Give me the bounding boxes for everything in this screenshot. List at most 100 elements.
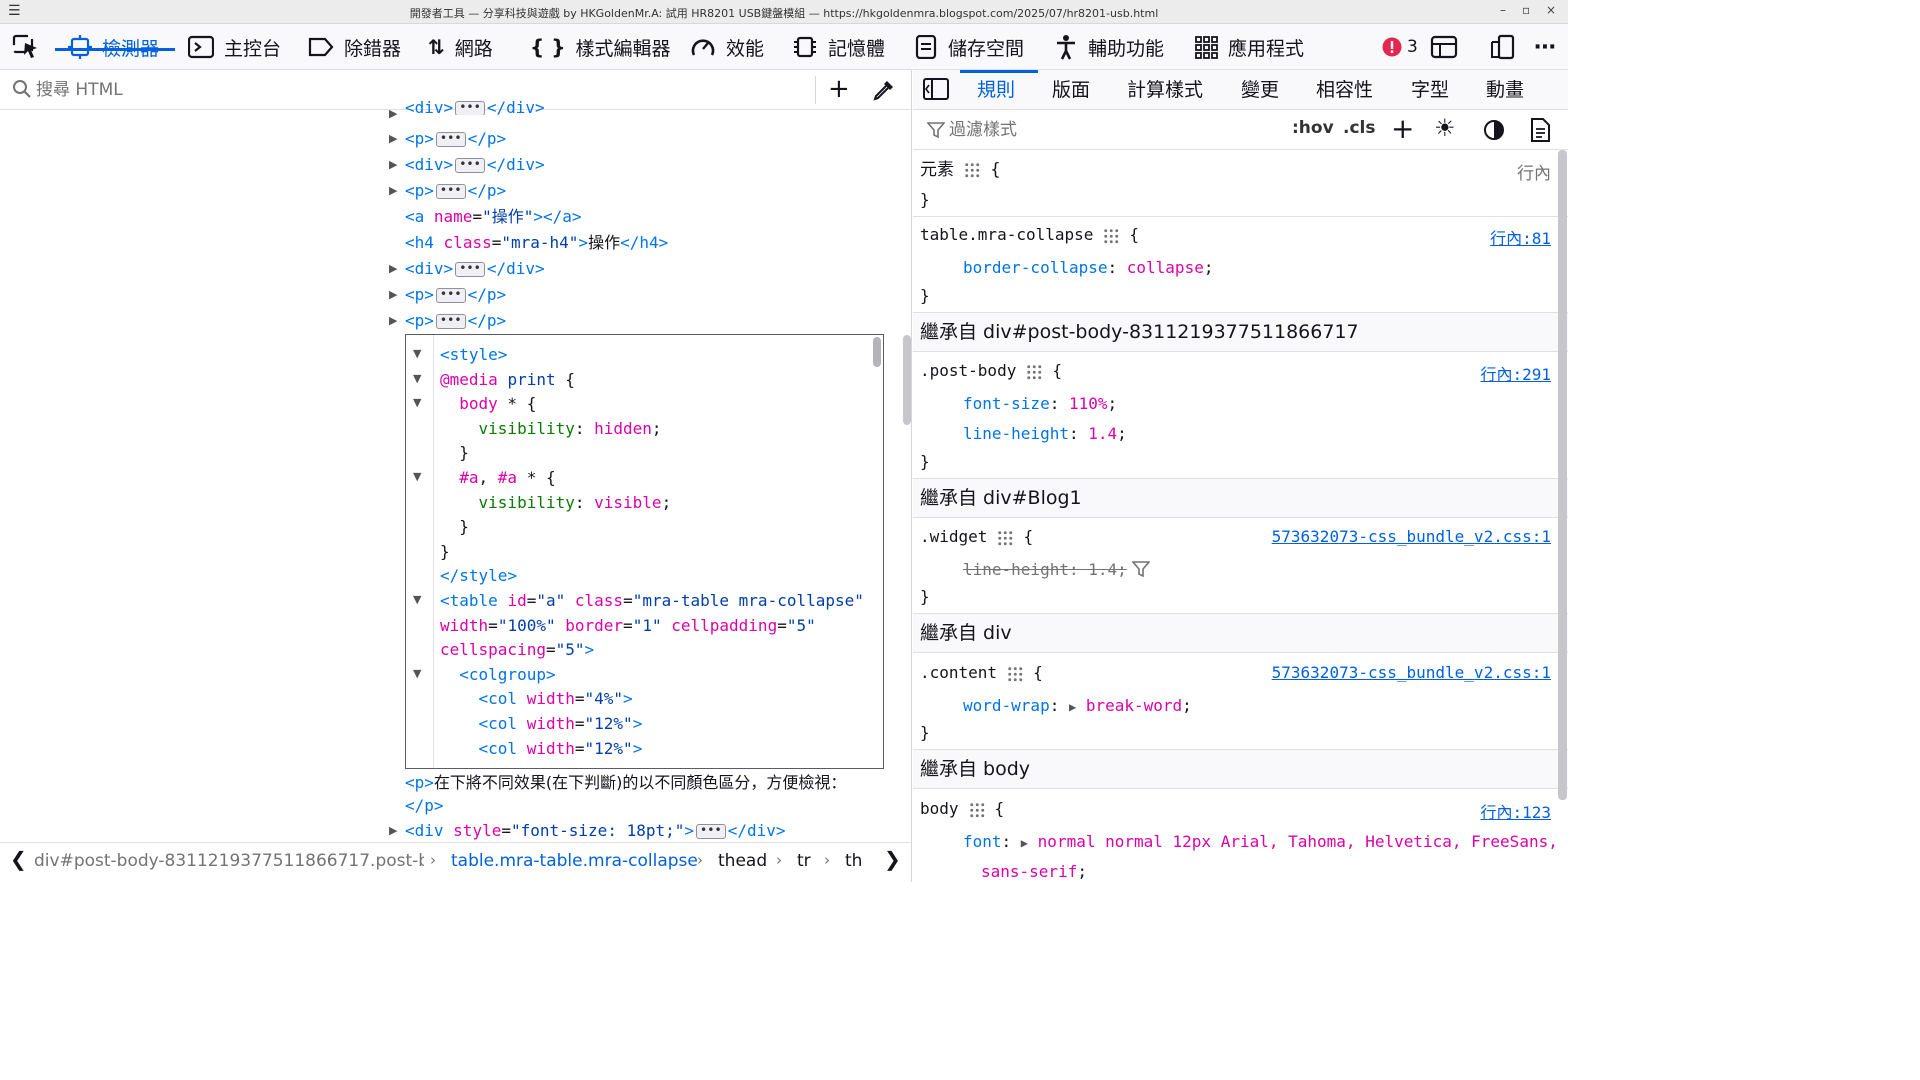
rule-source-link[interactable]: 573632073-css_bundle_v2.css:1 <box>1272 527 1551 546</box>
markup-node-p-end[interactable]: </p> <box>405 793 444 819</box>
css-declaration[interactable]: font-size: 110%; <box>963 389 1117 419</box>
close-button[interactable]: × <box>1546 3 1556 17</box>
error-counter[interactable]: 3 <box>1382 24 1418 70</box>
css-declaration[interactable]: font: ▶ normal normal 12px Arial, Tahoma… <box>963 827 1558 857</box>
drag-handle-icon[interactable] <box>968 801 985 818</box>
markup-node-div[interactable]: <div> ••• </div> <box>405 256 545 282</box>
tab-debugger[interactable]: 除錯器 <box>308 24 401 70</box>
fold-arrow[interactable]: ▼ <box>413 396 421 409</box>
expand-arrow[interactable]: ▶ <box>389 308 399 334</box>
collapsed-ellipsis[interactable]: ••• <box>435 132 466 147</box>
css-declaration[interactable]: line-height: 1.4; <box>963 419 1127 449</box>
breadcrumb-forward-button[interactable]: ❯ <box>884 847 901 871</box>
markup-node-div[interactable]: <div> ••• </div> <box>405 152 545 178</box>
drag-handle-icon[interactable] <box>1026 363 1043 380</box>
breadcrumb-item-th[interactable]: th <box>845 851 862 871</box>
markup-node-div[interactable]: <div style="font-size: 18pt;"> ••• </div> <box>405 818 786 844</box>
collapsed-ellipsis[interactable]: ••• <box>435 184 466 199</box>
tab-storage[interactable]: 儲存空間 <box>914 24 1024 70</box>
breadcrumb-item-tr[interactable]: tr <box>797 851 811 871</box>
rule-source-link[interactable]: 行內:291 <box>1480 361 1551 385</box>
tab-animations[interactable]: 動畫 <box>1486 70 1524 110</box>
dock-options-button[interactable] <box>1490 24 1516 70</box>
breadcrumb-item-table[interactable]: table.mra-table.mra-collapse <box>451 851 698 871</box>
toggle-sidebar-button[interactable] <box>923 78 949 104</box>
rules-scrollbar[interactable] <box>1558 150 1567 800</box>
drag-handle-icon[interactable] <box>997 529 1014 546</box>
breadcrumb-item-post-body[interactable]: div#post-body-8311219377511866717.post-b… <box>34 851 424 871</box>
collapsed-ellipsis[interactable]: ••• <box>696 824 726 839</box>
add-node-button[interactable]: + <box>828 74 850 104</box>
inline-html-editor[interactable]: ▼ ▼ ▼ ▼ ▼ ▼ <style> @media print { body … <box>405 334 884 769</box>
markup-node-p[interactable]: <p> ••• </p> <box>405 282 506 308</box>
add-rule-button[interactable]: + <box>1391 112 1414 145</box>
rule-source-link[interactable]: 行內:81 <box>1490 225 1551 249</box>
breadcrumb-back-button[interactable]: ❮ <box>10 847 27 871</box>
overridden-declaration[interactable]: line-height: 1.4; <box>963 555 1127 585</box>
element-picker-button[interactable] <box>12 24 40 70</box>
eyedropper-button[interactable] <box>872 78 896 106</box>
rule-source[interactable]: 行內 <box>1517 159 1551 184</box>
css-declaration[interactable]: word-wrap: ▶ break-word; <box>963 691 1192 721</box>
tab-accessibility[interactable]: 輔助功能 <box>1054 24 1164 70</box>
tab-style-editor[interactable]: { } 樣式編輯器 <box>530 24 670 70</box>
expand-arrow[interactable]: ▶ <box>389 818 399 844</box>
drag-handle-icon[interactable] <box>1007 665 1024 682</box>
minimize-button[interactable]: – <box>1500 3 1506 17</box>
tab-computed[interactable]: 計算樣式 <box>1127 70 1203 110</box>
tab-layout[interactable]: 版面 <box>1052 70 1090 110</box>
tab-memory[interactable]: 記憶體 <box>792 24 885 70</box>
light-theme-icon[interactable]: ☀ <box>1434 114 1456 142</box>
rule-source-link[interactable]: 573632073-css_bundle_v2.css:1 <box>1272 663 1551 682</box>
dark-theme-toggle[interactable] <box>1483 119 1505 145</box>
expand-arrow[interactable]: ▶ <box>389 152 399 178</box>
tab-fonts[interactable]: 字型 <box>1411 70 1449 110</box>
editor-scrollbar[interactable] <box>873 337 881 367</box>
tab-network[interactable]: ⇅ 網路 <box>428 24 493 70</box>
filter-icon[interactable] <box>1132 560 1150 578</box>
drag-handle-icon[interactable] <box>1103 227 1120 244</box>
fold-arrow[interactable]: ▼ <box>413 593 421 606</box>
more-options-button[interactable]: ⋯ <box>1534 24 1556 70</box>
rule-source-link[interactable]: 行內:123 <box>1480 799 1551 823</box>
css-declaration[interactable]: border-collapse: collapse; <box>963 253 1213 283</box>
drag-handle-icon[interactable] <box>964 162 980 178</box>
expand-arrow[interactable]: ▶ <box>389 101 399 127</box>
expand-arrow[interactable]: ▶ <box>389 282 399 308</box>
fold-arrow[interactable]: ▼ <box>413 372 421 385</box>
collapsed-ellipsis[interactable]: ••• <box>455 101 485 115</box>
fold-arrow[interactable]: ▼ <box>413 470 421 483</box>
breadcrumb-item-thead[interactable]: thead <box>718 851 767 871</box>
classes-button[interactable]: .cls <box>1343 118 1375 138</box>
restore-button[interactable]: ▫ <box>1522 3 1530 17</box>
expand-arrow[interactable]: ▶ <box>389 178 399 204</box>
tab-console[interactable]: 主控台 <box>188 24 281 70</box>
fold-arrow[interactable]: ▼ <box>413 667 421 680</box>
tab-compatibility[interactable]: 相容性 <box>1316 70 1373 110</box>
expand-arrow[interactable]: ▶ <box>389 126 399 152</box>
hover-states-button[interactable]: :hov <box>1292 118 1334 138</box>
search-html-input[interactable] <box>36 78 796 102</box>
markup-node-p[interactable]: <p> ••• </p> <box>405 178 506 204</box>
tab-application[interactable]: 應用程式 <box>1194 24 1304 70</box>
tab-performance[interactable]: 效能 <box>690 24 764 70</box>
fold-arrow[interactable]: ▼ <box>413 347 421 360</box>
expand-arrow[interactable]: ▶ <box>1021 836 1028 850</box>
tab-rules[interactable]: 規則 <box>977 70 1015 110</box>
markup-node-p[interactable]: <p> ••• </p> <box>405 126 506 152</box>
collapsed-ellipsis[interactable]: ••• <box>435 288 466 303</box>
collapsed-ellipsis[interactable]: ••• <box>455 262 485 277</box>
collapsed-ellipsis[interactable]: ••• <box>435 314 466 329</box>
collapsed-ellipsis[interactable]: ••• <box>455 158 485 173</box>
print-media-toggle[interactable] <box>1529 118 1551 146</box>
markup-node-p-text[interactable]: <p>在下將不同效果(在下判斷)的以不同顏色區分，方便檢視： <box>405 770 905 796</box>
expand-arrow[interactable]: ▶ <box>389 256 399 282</box>
filter-styles-input[interactable] <box>949 119 1249 141</box>
tab-inspector[interactable]: 檢測器 <box>68 24 159 70</box>
markup-scrollbar[interactable] <box>903 335 911 425</box>
tab-changes[interactable]: 變更 <box>1241 70 1279 110</box>
markup-node-div[interactable]: <div> ••• </div> <box>405 101 545 115</box>
markup-node-p[interactable]: <p> ••• </p> <box>405 308 506 334</box>
markup-node-anchor[interactable]: <a name="操作"></a> <box>405 204 582 230</box>
toggle-split-console-button[interactable] <box>1430 24 1458 70</box>
